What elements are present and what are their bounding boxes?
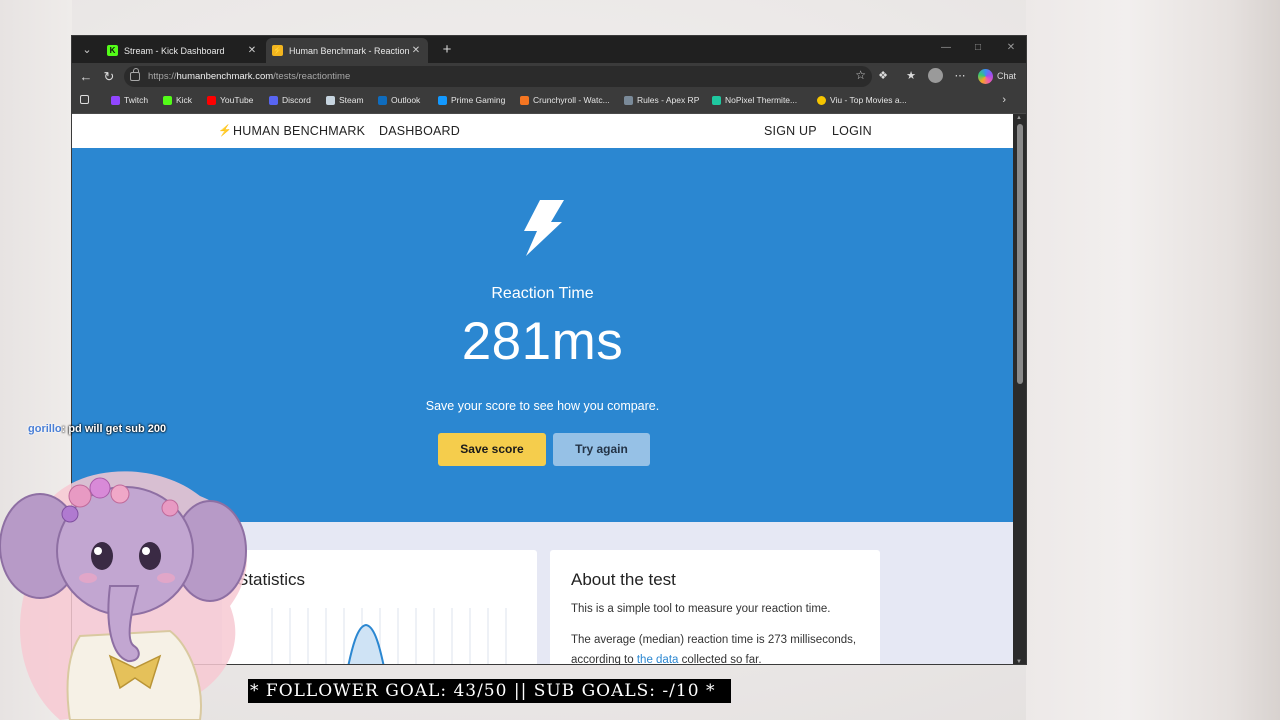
bookmark-label: Kick [176, 95, 193, 105]
url-path: /tests/reactiontime [273, 71, 351, 82]
brand-link[interactable]: HUMAN BENCHMARK [233, 124, 365, 138]
statistics-card: Statistics [222, 550, 537, 664]
globe-icon [624, 95, 633, 105]
tab-bar: ⌄ K Stream - Kick Dashboard ✕ ⚡ Human Be… [72, 36, 1026, 63]
bookmark-label: Crunchyroll - Watc... [533, 95, 610, 105]
kick-icon: K [107, 45, 118, 56]
outlook-icon [378, 95, 387, 105]
bookmark-prime-gaming[interactable]: Prime Gaming [438, 95, 505, 105]
tab-title: Human Benchmark - Reaction Time [289, 45, 410, 56]
back-arrow-icon[interactable]: ← [76, 67, 96, 87]
close-window-icon[interactable]: ✕ [1001, 42, 1021, 53]
distribution-chart [271, 608, 507, 664]
bookmark-steam[interactable]: Steam [326, 95, 364, 105]
bookmark-label: Outlook [391, 95, 421, 105]
bookmark-discord[interactable]: Discord [269, 95, 311, 105]
steam-icon [326, 95, 335, 105]
extensions-puzzle-icon[interactable]: ❖ [875, 66, 891, 86]
copilot-label: Chat [997, 71, 1017, 81]
sign-up-link[interactable]: SIGN UP [764, 124, 817, 138]
bookmark-label: Viu - Top Movies a... [830, 95, 907, 105]
save-prompt: Save your score to see how you compare. [425, 399, 660, 413]
test-name: Reaction Time [491, 285, 594, 302]
bookmark-kick[interactable]: Kick [163, 95, 192, 105]
prime-gaming-icon [438, 95, 447, 105]
reaction-time-result: 281ms [461, 312, 624, 371]
favorite-star-icon[interactable]: ☆ [855, 68, 866, 82]
tab-title: Stream - Kick Dashboard [124, 45, 225, 56]
the-data-link[interactable]: the data [637, 654, 679, 664]
humanbenchmark-icon: ⚡ [272, 45, 283, 56]
twitch-icon [111, 95, 120, 105]
bookmark-apex-rp[interactable]: Rules - Apex RP [624, 95, 699, 105]
scroll-up-icon[interactable]: ▲ [1016, 115, 1022, 121]
follower-goal-banner: * FOLLOWER GOAL: 43/50 || SUB GOALS: -/1… [248, 679, 731, 703]
more-options-icon[interactable]: ⋯ [951, 66, 969, 86]
bookmark-label: NoPixel Thermite... [725, 95, 798, 105]
bookmark-youtube[interactable]: YouTube [207, 95, 253, 105]
about-card: About the test This is a simple tool to … [550, 550, 880, 665]
bookmark-nopixel[interactable]: NoPixel Thermite... [712, 95, 797, 105]
about-title: About the test [571, 570, 676, 589]
minimize-icon[interactable]: — [936, 42, 956, 53]
refresh-icon[interactable]: ↻ [99, 67, 119, 87]
tab-collections-icon [80, 95, 89, 104]
bookmark-label: Prime Gaming [451, 95, 506, 105]
new-tab-plus-icon[interactable]: + [437, 39, 457, 61]
scrollbar-thumb[interactable] [1017, 124, 1023, 384]
discord-icon [269, 95, 278, 105]
bookmark-label: Steam [339, 95, 364, 105]
favorites-list-icon[interactable]: ★ [903, 66, 919, 86]
bookmark-label: Twitch [124, 95, 149, 105]
url-scheme: https:// [148, 71, 177, 82]
bookmark-viu[interactable]: Viu - Top Movies a... [817, 95, 907, 105]
avatar-icon [928, 68, 943, 83]
close-tab-icon[interactable]: ✕ [410, 45, 422, 56]
lightning-bolt-icon: ⚡ [218, 125, 232, 137]
site-header: ⚡ HUMAN BENCHMARK DASHBOARD SIGN UP LOGI… [72, 114, 1013, 148]
tab-human-benchmark[interactable]: ⚡ Human Benchmark - Reaction Time ✕ [266, 38, 428, 63]
url-host: humanbenchmark.com [176, 71, 274, 82]
save-score-button[interactable]: Save score [438, 433, 546, 466]
lock-icon [130, 68, 140, 81]
crunchyroll-icon [520, 95, 529, 105]
copilot-icon [978, 68, 993, 84]
profile-avatar[interactable] [928, 66, 944, 86]
copilot-chat-button[interactable]: Chat [978, 66, 1022, 86]
lightning-bolt-icon [524, 200, 564, 256]
collections-icon[interactable] [80, 95, 93, 104]
address-bar[interactable]: https:// humanbenchmark.com /tests/react… [124, 66, 872, 87]
maximize-icon[interactable]: □ [968, 42, 988, 53]
bookmark-outlook[interactable]: Outlook [378, 95, 420, 105]
about-text: collected so far. [678, 654, 762, 665]
close-tab-icon[interactable]: ✕ [246, 45, 258, 56]
chat-username: gorillo [28, 423, 62, 435]
about-line-1: This is a simple tool to measure your re… [571, 603, 831, 615]
chevron-right-icon[interactable]: › [1002, 94, 1006, 106]
scrollbar[interactable]: ▲ ▼ [1013, 114, 1026, 664]
chat-text: : pd will get sub 200 [61, 423, 167, 435]
elephant-mascot-illustration [0, 471, 247, 720]
youtube-icon [207, 95, 216, 105]
desktop-background-right [1026, 0, 1280, 720]
chat-message: gorillo: pd will get sub 200 [28, 423, 166, 435]
bookmark-label: Rules - Apex RP [637, 95, 700, 105]
nopixel-icon [712, 95, 721, 105]
bookmarks-bar: Twitch Kick YouTube Discord Steam Outloo… [72, 90, 1026, 114]
about-line-2: The average (median) reaction time is 27… [571, 630, 861, 665]
tab-kick-dashboard[interactable]: K Stream - Kick Dashboard ✕ [101, 38, 264, 63]
bookmark-label: YouTube [220, 95, 254, 105]
login-link[interactable]: LOGIN [832, 124, 872, 138]
tab-actions-chevron-icon[interactable]: ⌄ [76, 39, 98, 61]
bookmark-twitch[interactable]: Twitch [111, 95, 148, 105]
dashboard-link[interactable]: DASHBOARD [379, 124, 460, 138]
browser-toolbar: ← ↻ https:// humanbenchmark.com /tests/r… [72, 63, 1026, 90]
kick-icon [163, 95, 172, 105]
scroll-down-icon[interactable]: ▼ [1016, 659, 1022, 664]
try-again-button[interactable]: Try again [553, 433, 650, 466]
bookmark-label: Discord [282, 95, 311, 105]
bookmark-crunchyroll[interactable]: Crunchyroll - Watc... [520, 95, 610, 105]
viu-icon [817, 95, 826, 105]
